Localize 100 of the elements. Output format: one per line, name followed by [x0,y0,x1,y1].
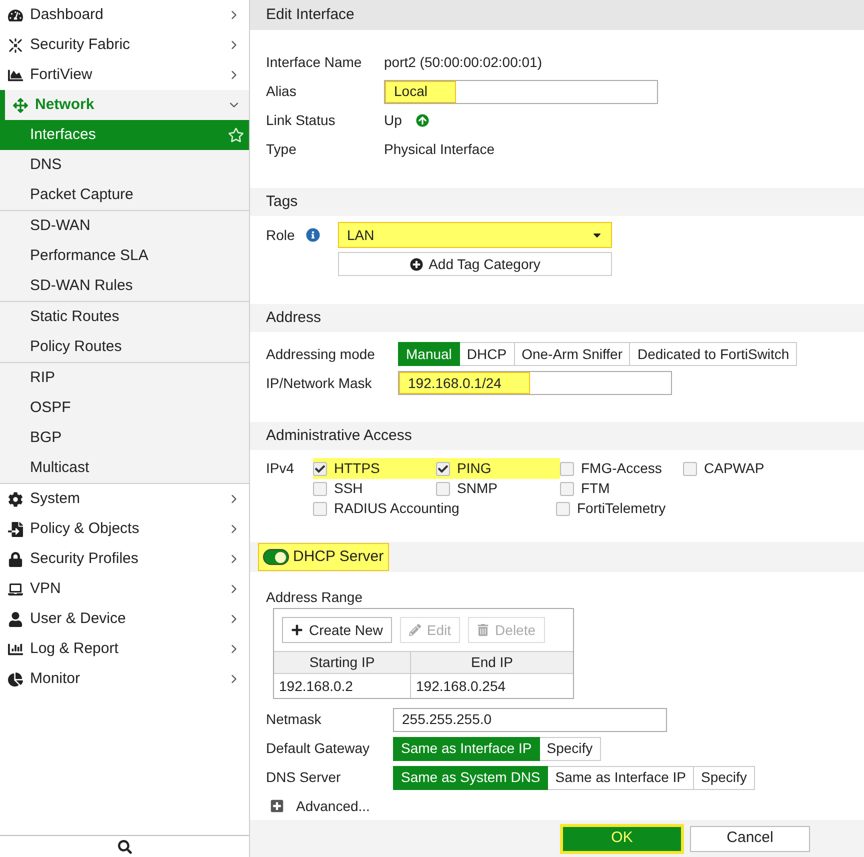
table-cell: 192.168.0.254 [410,674,573,698]
mode-tab[interactable]: One-Arm Sniffer [514,342,630,366]
dialog-title: Edit Interface [250,0,864,30]
laptop-icon [8,582,23,596]
check-icon [438,464,448,474]
search-icon[interactable] [118,840,132,854]
checkbox-label: RADIUS Accounting [334,499,460,518]
mode-tab[interactable]: Manual [398,342,460,366]
nav-subitem[interactable]: Interfaces [0,120,249,150]
star-icon[interactable] [228,127,244,143]
field-label: DNS Server [266,768,342,787]
toolbar-button[interactable]: Create New [282,617,392,643]
nav-item[interactable]: Dashboard [0,0,249,30]
section-header: Tags [250,188,864,216]
checkbox[interactable] [556,502,570,516]
field-label: Address Range [266,588,364,607]
field-label: Default Gateway [266,739,370,758]
nav-subitem[interactable]: Performance SLA [0,241,249,271]
toggle-switch[interactable] [263,549,289,565]
checkbox-label: FMG-Access [581,459,662,478]
checkbox-label: CAPWAP [704,459,764,478]
column-header[interactable]: Starting IP [274,652,410,673]
settings-icon [8,492,23,506]
nav-subitem[interactable]: Packet Capture [0,180,249,210]
pie-chart-icon [8,672,23,686]
checkbox-label: PING [457,459,492,478]
checkbox[interactable] [436,482,450,496]
field-label: Alias [266,82,298,101]
mode-tab[interactable]: Dedicated to FortiSwitch [630,342,798,366]
nav-item[interactable]: FortiView [0,60,249,90]
nav-subitem[interactable]: BGP [0,423,249,453]
role-select[interactable]: LAN [338,222,612,248]
crossed-lines-icon [8,38,23,52]
nav-item[interactable]: Security Fabric [0,30,249,60]
cancel-button[interactable]: Cancel [690,826,810,852]
gauge-icon [8,8,23,22]
nav-subitem[interactable]: DNS [0,150,249,180]
nav-item[interactable]: Security Profiles [0,544,249,574]
dns-option[interactable]: Specify [694,766,755,790]
area-chart-icon [8,68,23,82]
advanced-toggle[interactable]: Advanced... [266,792,864,820]
field-label: Addressing mode [266,344,376,364]
gateway-option[interactable]: Specify [540,736,601,760]
checkbox-label: FortiTelemetry [577,499,666,518]
dns-option[interactable]: Same as Interface IP [548,766,694,790]
gateway-option[interactable]: Same as Interface IP [393,736,540,760]
interface-name: port2 (50:00:00:02:00:01) [384,53,542,72]
nav-item[interactable]: Log & Report [0,634,249,664]
trash-icon [477,624,490,636]
nav-item[interactable]: System [0,484,249,514]
nav-item[interactable]: Monitor [0,664,249,694]
ok-button[interactable]: OK [560,824,684,854]
checkbox[interactable] [683,462,697,476]
netmask-field[interactable]: 255.255.255.0 [393,708,667,732]
user-icon [8,612,23,626]
nav-item[interactable]: VPN [0,574,249,604]
field-label: Interface Name [266,53,363,72]
mode-tab[interactable]: DHCP [460,342,515,366]
nav-subitem[interactable]: Policy Routes [0,332,249,362]
nav-subitem[interactable]: OSPF [0,393,249,423]
field-label: Netmask [266,710,322,729]
table-cell-text: 192.168.0.2 [278,676,354,696]
up-arrow-icon [416,114,429,127]
info-icon[interactable] [306,228,320,242]
nav-item[interactable]: Policy & Objects [0,514,249,544]
nav-subitem[interactable]: RIP [0,363,249,393]
nav-subitem[interactable]: Multicast [0,453,249,483]
add-tag-category-button[interactable]: Add Tag Category [338,252,612,276]
nav-item[interactable]: Network [0,90,249,120]
checkbox[interactable] [560,462,574,476]
check-icon [315,464,325,474]
plus-icon [291,624,303,636]
nav-subitem[interactable]: SD-WAN Rules [0,271,249,301]
checkbox[interactable] [560,482,574,496]
field-label: IPv4 [266,459,296,478]
field-label: Type [266,140,298,159]
nav-subitem[interactable]: SD-WAN [0,211,249,241]
dhcp-server-toggle[interactable]: DHCP Server [258,543,389,571]
nav-subitem[interactable]: Static Routes [0,302,249,332]
section-header: Administrative Access [250,422,864,450]
checkbox[interactable] [313,502,327,516]
field-label: Link Status [266,111,336,130]
checkbox-label: HTTPS [334,459,380,478]
pencil-icon [408,624,421,636]
alias-field[interactable]: Local [384,80,658,104]
checkbox[interactable] [313,462,327,476]
checkbox-label: SSH [334,479,363,498]
section-header: Address [250,304,864,332]
checkbox-label: FTM [581,479,610,498]
column-header[interactable]: End IP [410,652,573,673]
link-status: Up [384,111,402,130]
ip-field[interactable]: 192.168.0.1/24 [398,371,672,395]
lock-icon [8,552,23,566]
document-icon [8,522,23,536]
checkbox-label: SNMP [457,479,498,498]
interface-type: Physical Interface [384,140,494,159]
nav-item[interactable]: User & Device [0,604,249,634]
checkbox[interactable] [436,462,450,476]
dns-option[interactable]: Same as System DNS [393,766,548,790]
checkbox[interactable] [313,482,327,496]
